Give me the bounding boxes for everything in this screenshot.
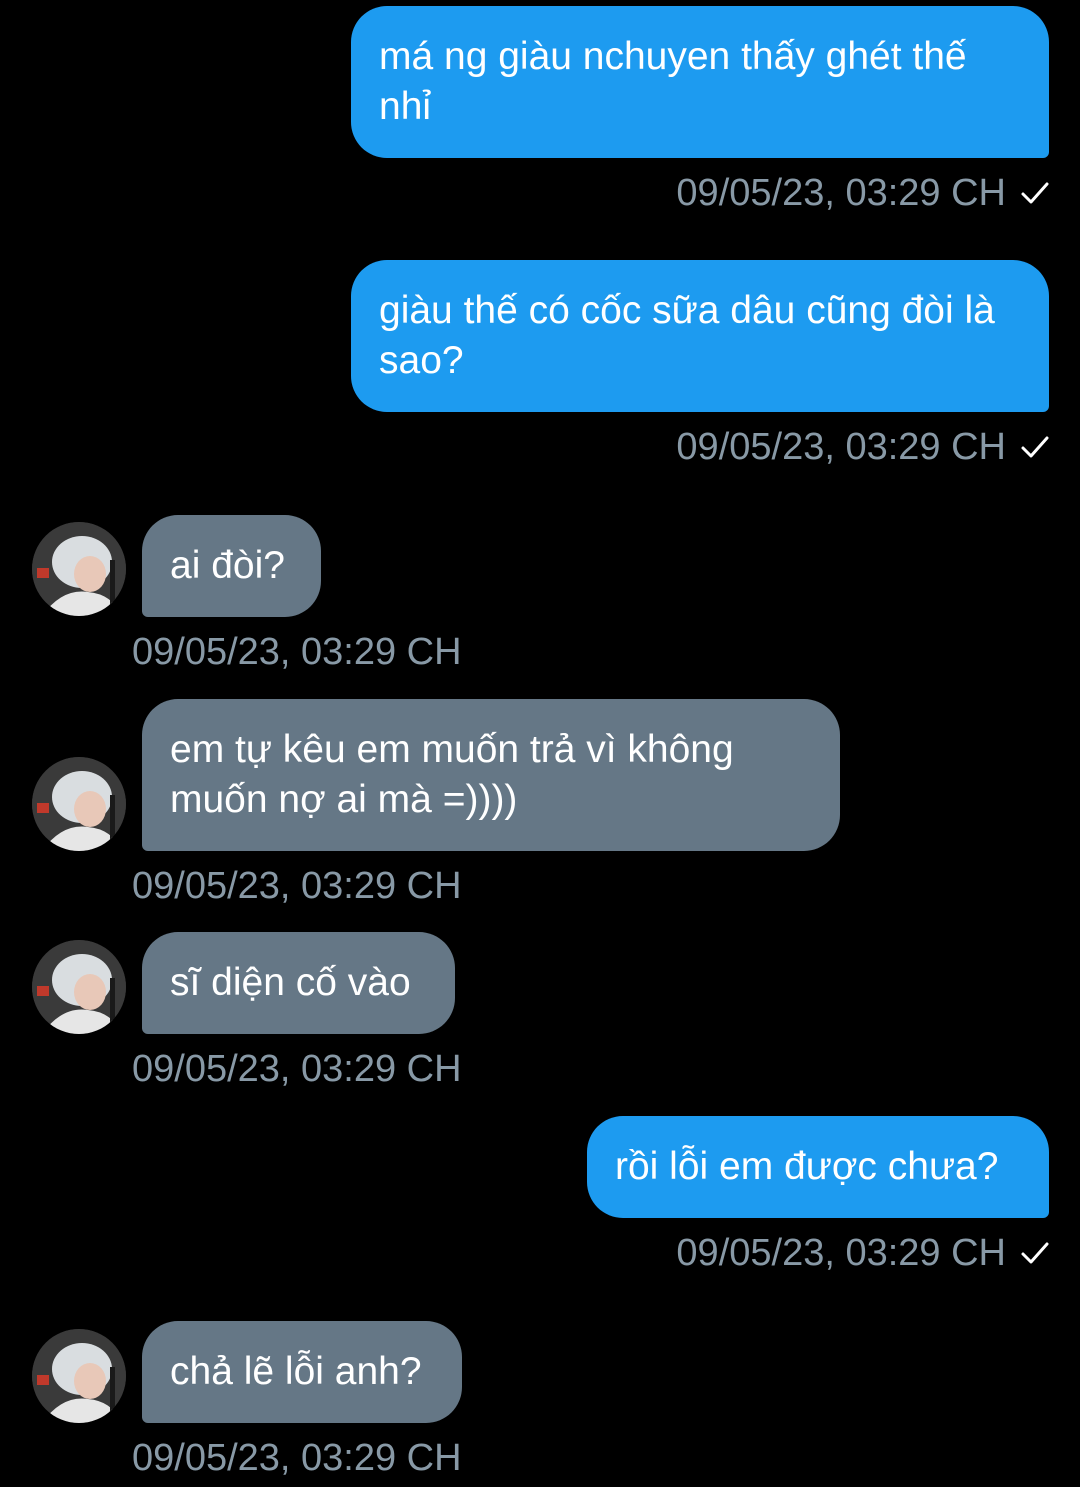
message-text: rồi lỗi em được chưa?	[615, 1145, 999, 1188]
message-bubble-received[interactable]: em tự kêu em muốn trả vì không muốn nợ a…	[142, 699, 840, 851]
message-timestamp: 09/05/23, 03:29 CH	[132, 1436, 462, 1480]
contact-avatar[interactable]	[32, 940, 126, 1034]
timestamp-text: 09/05/23, 03:29 CH	[676, 426, 1006, 468]
timestamp-text: 09/05/23, 03:29 CH	[676, 172, 1006, 214]
message-bubble-received[interactable]: ai đòi?	[142, 515, 321, 617]
contact-avatar[interactable]	[32, 757, 126, 851]
timestamp-text: 09/05/23, 03:29 CH	[132, 631, 462, 673]
message-timestamp: 09/05/23, 03:29 CH	[676, 425, 1050, 469]
check-icon	[1021, 1242, 1049, 1264]
message-bubble-sent[interactable]: rồi lỗi em được chưa?	[587, 1116, 1049, 1218]
message-timestamp: 09/05/23, 03:29 CH	[676, 1231, 1050, 1275]
message-bubble-received[interactable]: sĩ diện cố vào	[142, 932, 455, 1034]
avatar-image	[32, 940, 126, 1034]
message-text: chả lẽ lỗi anh?	[170, 1350, 422, 1393]
message-timestamp: 09/05/23, 03:29 CH	[132, 1047, 462, 1091]
check-icon	[1021, 182, 1049, 204]
timestamp-text: 09/05/23, 03:29 CH	[132, 1048, 462, 1090]
avatar-image	[32, 1329, 126, 1423]
message-timestamp: 09/05/23, 03:29 CH	[132, 630, 462, 674]
message-text: má ng giàu nchuyen thấy ghét thế nhỉ	[379, 35, 967, 128]
message-timestamp: 09/05/23, 03:29 CH	[676, 171, 1050, 215]
timestamp-text: 09/05/23, 03:29 CH	[132, 1437, 462, 1479]
timestamp-text: 09/05/23, 03:29 CH	[132, 865, 462, 907]
contact-avatar[interactable]	[32, 1329, 126, 1423]
avatar-image	[32, 757, 126, 851]
timestamp-text: 09/05/23, 03:29 CH	[676, 1232, 1006, 1274]
message-bubble-sent[interactable]: giàu thế có cốc sữa dâu cũng đòi là sao?	[351, 260, 1049, 412]
message-text: sĩ diện cố vào	[170, 961, 411, 1004]
message-text: em tự kêu em muốn trả vì không muốn nợ a…	[170, 728, 734, 821]
contact-avatar[interactable]	[32, 522, 126, 616]
check-icon	[1021, 436, 1049, 458]
message-bubble-received[interactable]: chả lẽ lỗi anh?	[142, 1321, 462, 1423]
message-bubble-sent[interactable]: má ng giàu nchuyen thấy ghét thế nhỉ	[351, 6, 1049, 158]
avatar-image	[32, 522, 126, 616]
message-timestamp: 09/05/23, 03:29 CH	[132, 864, 462, 908]
message-text: ai đòi?	[170, 544, 285, 587]
message-text: giàu thế có cốc sữa dâu cũng đòi là sao?	[379, 289, 995, 382]
